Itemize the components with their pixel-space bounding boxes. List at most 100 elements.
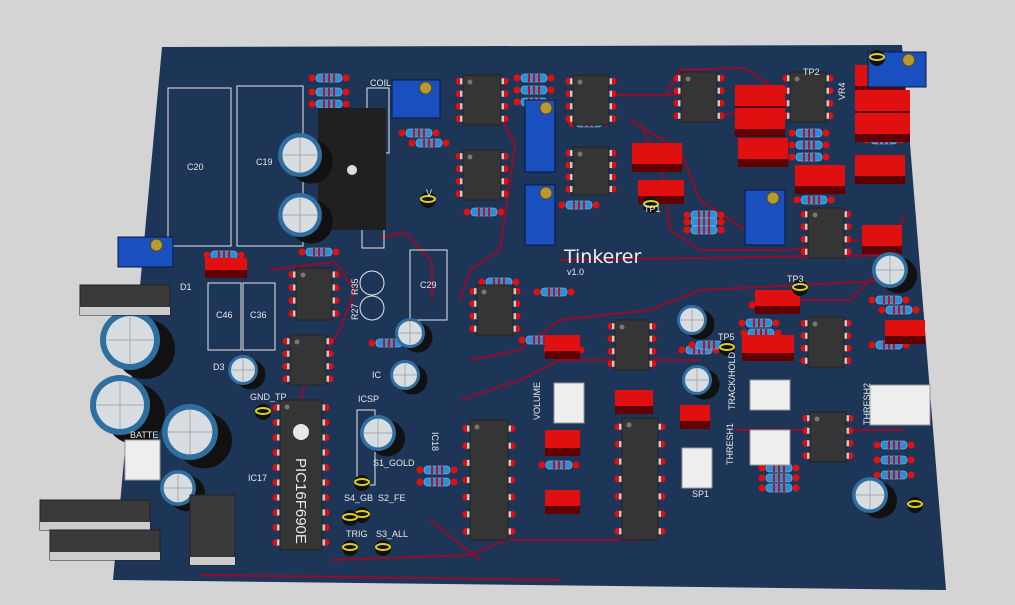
pad <box>408 139 416 147</box>
power-transistor <box>39 499 151 531</box>
ic-dip8 <box>800 207 852 259</box>
pad <box>416 466 424 474</box>
film-capacitor <box>855 155 905 184</box>
test-point[interactable] <box>907 497 923 513</box>
test-point[interactable] <box>255 404 271 420</box>
trimmer-potentiometer[interactable] <box>524 184 556 246</box>
c36-label: C36 <box>250 310 267 320</box>
ic-dip14 <box>462 419 516 541</box>
pad <box>688 341 696 349</box>
pad <box>463 208 471 216</box>
ic-dip8 <box>288 267 340 321</box>
pad <box>822 141 830 149</box>
pad <box>432 129 440 137</box>
trimmer-potentiometer[interactable] <box>391 79 441 119</box>
sp1-connector[interactable] <box>681 447 713 489</box>
ic17-label: IC17 <box>248 473 267 483</box>
pad <box>308 74 316 82</box>
ic-label: IC <box>372 370 382 380</box>
pad <box>567 288 575 296</box>
v-label: V <box>426 188 432 198</box>
pad <box>907 456 915 464</box>
board-version-label: v1.0 <box>567 267 584 277</box>
ic-dip8 <box>455 149 509 201</box>
gnd-tp-label: GND_TP <box>250 392 287 402</box>
pad <box>512 278 520 286</box>
pad <box>538 461 546 469</box>
test-point[interactable] <box>354 475 370 491</box>
pad <box>868 341 876 349</box>
pad <box>298 248 306 256</box>
pad <box>558 201 566 209</box>
pad <box>533 288 541 296</box>
c20-label: C20 <box>187 162 204 172</box>
film-capacitor <box>205 258 247 278</box>
s1-gold-label: S1_GOLD <box>373 458 415 468</box>
thresh2-connector[interactable] <box>869 384 931 426</box>
pad <box>203 251 211 259</box>
s3-all-label: S3_ALL <box>376 529 408 539</box>
pad <box>758 474 766 482</box>
pad <box>902 296 910 304</box>
trimmer-potentiometer[interactable] <box>524 99 556 173</box>
test-point[interactable] <box>869 50 885 66</box>
ic-dip8 <box>802 411 854 463</box>
ic-dip14 <box>614 417 666 541</box>
microchip-logo <box>293 424 309 440</box>
pad <box>450 478 458 486</box>
icsp-label: ICSP <box>358 394 379 404</box>
thresh2-label: THRESH2 <box>862 383 872 425</box>
pad <box>683 226 691 234</box>
thresh1-label: THRESH1 <box>725 423 735 465</box>
pad <box>683 218 691 226</box>
trimmer-potentiometer[interactable] <box>117 236 174 268</box>
battery-label: BATTE <box>130 430 158 440</box>
pad <box>308 100 316 108</box>
pad <box>788 141 796 149</box>
vr4-label: VR4 <box>837 82 847 100</box>
pad <box>772 319 780 327</box>
pad <box>758 464 766 472</box>
film-capacitor <box>738 138 788 167</box>
test-point[interactable] <box>342 510 358 526</box>
mcu-chip: PIC16F690E <box>272 399 330 551</box>
pad <box>788 153 796 161</box>
pad <box>342 74 350 82</box>
ic-dip8 <box>469 284 521 336</box>
tp2-label: TP2 <box>803 67 820 77</box>
pad <box>572 461 580 469</box>
s2-fe-label: S2_FE <box>378 493 406 503</box>
ic-dip8 <box>782 71 834 123</box>
pad <box>416 478 424 486</box>
trimmer-potentiometer[interactable] <box>744 189 786 246</box>
pad <box>478 278 486 286</box>
film-capacitor <box>742 335 794 361</box>
pad <box>513 98 521 106</box>
pad <box>792 474 800 482</box>
battery-connector[interactable] <box>124 439 161 481</box>
pad <box>738 319 746 327</box>
pad <box>792 484 800 492</box>
power-transistor <box>189 494 236 566</box>
volume-label: VOLUME <box>532 382 542 420</box>
volume-connector[interactable] <box>553 382 585 424</box>
pad <box>717 226 725 234</box>
pad <box>793 196 801 204</box>
pad <box>907 471 915 479</box>
trig-label: TRIG <box>346 529 368 539</box>
test-point[interactable] <box>375 540 391 556</box>
c46-label: C46 <box>216 310 233 320</box>
pad <box>822 129 830 137</box>
film-capacitor <box>735 108 785 137</box>
track-hold-connector[interactable] <box>749 379 791 411</box>
pad <box>758 484 766 492</box>
pad <box>497 208 505 216</box>
thresh1-connector[interactable] <box>749 429 791 466</box>
tp3-label: TP3 <box>787 274 804 284</box>
film-capacitor <box>795 165 845 194</box>
mcu-part-label: PIC16F690E <box>292 458 309 544</box>
sp1-label: SP1 <box>692 489 709 499</box>
pad <box>442 139 450 147</box>
tp1-label: TP1 <box>644 204 661 214</box>
test-point[interactable] <box>342 540 358 556</box>
